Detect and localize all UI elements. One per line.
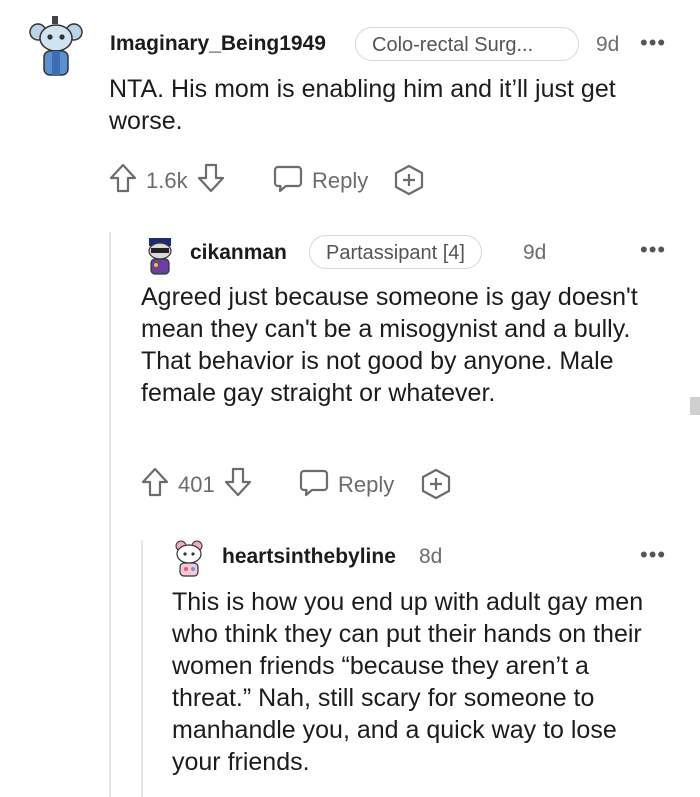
reply-label: Reply bbox=[338, 472, 395, 497]
vote-score: 401 bbox=[178, 472, 215, 497]
avatar[interactable] bbox=[143, 236, 177, 276]
snoo-avatar-icon bbox=[148, 238, 172, 275]
upvote-icon[interactable] bbox=[140, 466, 170, 504]
downvote-icon[interactable] bbox=[196, 162, 226, 200]
award-plus-icon bbox=[394, 164, 424, 196]
downvote-icon[interactable] bbox=[223, 466, 253, 504]
reply-button[interactable]: Reply bbox=[272, 162, 368, 200]
snoo-avatar-icon bbox=[175, 540, 203, 577]
comment-bubble-icon bbox=[298, 466, 330, 504]
comment-timestamp: 8d bbox=[419, 545, 443, 568]
user-flair: Partassipant [4] bbox=[309, 235, 482, 269]
more-options-button[interactable]: ••• bbox=[640, 239, 666, 261]
more-options-button[interactable]: ••• bbox=[640, 32, 666, 54]
avatar[interactable] bbox=[172, 538, 206, 578]
user-flair: Colo-rectal Surg... bbox=[355, 27, 579, 61]
upvote-icon[interactable] bbox=[108, 162, 138, 200]
comment-body: This is how you end up with adult gay me… bbox=[172, 588, 644, 776]
award-button[interactable] bbox=[419, 468, 453, 505]
comment-timestamp: 9d bbox=[523, 241, 547, 264]
reply-label: Reply bbox=[312, 168, 369, 193]
vote-controls: 1.6k bbox=[108, 162, 226, 200]
avatar[interactable] bbox=[28, 14, 84, 78]
award-button[interactable] bbox=[392, 164, 426, 201]
comment-3: heartsinthebyline 8d ••• This is how you… bbox=[0, 532, 700, 797]
vote-score: 1.6k bbox=[146, 168, 188, 193]
more-options-button[interactable]: ••• bbox=[640, 544, 666, 566]
award-plus-icon bbox=[421, 468, 451, 500]
comment-body: NTA. His mom is enabling him and it’ll j… bbox=[109, 75, 616, 135]
comment-timestamp: 9d bbox=[596, 33, 620, 56]
vote-controls: 401 bbox=[140, 466, 253, 504]
reply-button[interactable]: Reply bbox=[298, 466, 394, 504]
scrollbar-thumb[interactable] bbox=[690, 397, 700, 415]
comment-author[interactable]: heartsinthebyline bbox=[222, 545, 396, 569]
comment-bubble-icon bbox=[272, 162, 304, 200]
comment-1: Imaginary_Being1949 Colo-rectal Surg... … bbox=[0, 0, 700, 232]
comment-2: cikanman Partassipant [4] 9d ••• Agreed … bbox=[0, 232, 700, 532]
snoo-avatar-icon bbox=[29, 16, 83, 76]
comment-body: Agreed just because someone is gay doesn… bbox=[141, 283, 638, 407]
comment-author[interactable]: Imaginary_Being1949 bbox=[110, 32, 326, 56]
comment-author[interactable]: cikanman bbox=[190, 241, 287, 265]
